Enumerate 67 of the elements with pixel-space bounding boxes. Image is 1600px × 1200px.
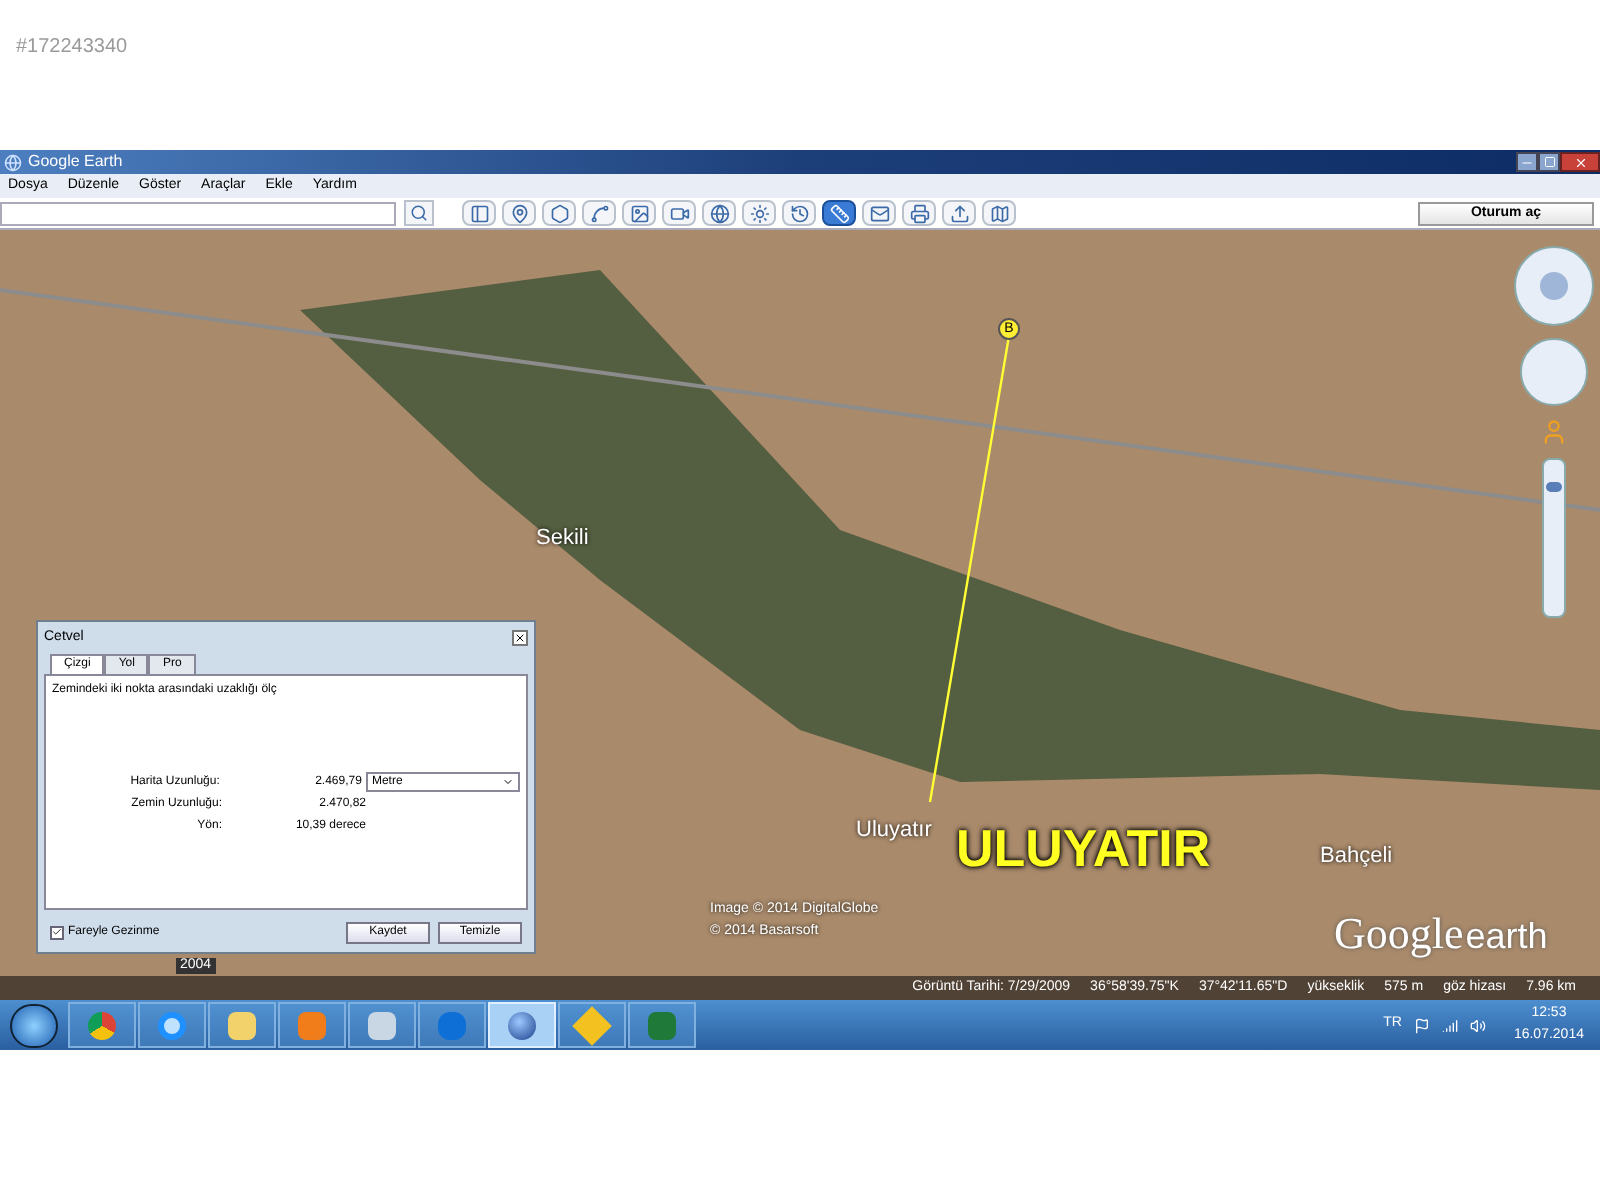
toolbar-button[interactable] (622, 200, 656, 226)
check-icon (52, 926, 62, 938)
toolbar-button[interactable] (542, 200, 576, 226)
taskbar-app[interactable] (138, 1002, 206, 1048)
place-label: Bahçeli (1320, 842, 1393, 872)
network-icon[interactable] (1441, 1017, 1458, 1033)
pin-icon (509, 203, 529, 223)
start-button[interactable] (10, 1003, 58, 1047)
toolbar-button[interactable] (862, 200, 896, 226)
e-icon (158, 1011, 186, 1039)
taskbar-app[interactable] (68, 1002, 136, 1048)
close-button[interactable] (512, 630, 528, 646)
toolbar-button[interactable] (582, 200, 616, 226)
mouse-nav-checkbox[interactable] (50, 925, 64, 939)
taskbar-app[interactable] (558, 1002, 626, 1048)
toolbar-button[interactable] (822, 200, 856, 226)
place-label: Sekili (536, 524, 589, 554)
chrome-icon (88, 1011, 116, 1039)
folder-icon (228, 1011, 256, 1039)
close-icon (514, 632, 526, 644)
flag-icon[interactable] (1413, 1017, 1430, 1033)
place-label: ULUYATIR (956, 816, 1211, 882)
calculator-icon (368, 1011, 396, 1039)
logo-word: earth (1465, 914, 1548, 960)
toolbar-button[interactable] (982, 200, 1016, 226)
ruler-icon (829, 203, 849, 223)
window-title: Google Earth (28, 150, 123, 174)
search-button[interactable] (404, 200, 434, 226)
toolbar-button[interactable] (662, 200, 696, 226)
teamviewer-icon (438, 1011, 466, 1039)
speaker-icon[interactable] (1469, 1017, 1486, 1033)
play-icon (298, 1011, 326, 1039)
listing-id: #172243340 (16, 36, 128, 58)
globe-icon (508, 1011, 536, 1039)
map-icon (989, 203, 1009, 223)
clock-icon (789, 203, 809, 223)
toolbar-button[interactable] (902, 200, 936, 226)
printer-icon (909, 203, 929, 223)
toolbar-button[interactable] (942, 200, 976, 226)
maximize-button[interactable] (1538, 152, 1560, 172)
toolbar-button[interactable] (502, 200, 536, 226)
upload-icon (949, 203, 969, 223)
search-field[interactable] (0, 201, 396, 225)
toolbar-button[interactable] (782, 200, 816, 226)
search-icon (410, 204, 428, 222)
sidebar-icon (469, 203, 489, 223)
toolbar-button[interactable] (742, 200, 776, 226)
mail-icon (869, 203, 889, 223)
zoom-slider-thumb[interactable] (1546, 481, 1562, 492)
toolbar-button[interactable] (462, 200, 496, 226)
sun-icon (749, 203, 769, 223)
caret-icon (502, 776, 515, 788)
polygon-icon (549, 203, 569, 223)
toolbar-button[interactable] (702, 200, 736, 226)
logo-word: Google (1334, 906, 1464, 962)
path-icon (589, 203, 609, 223)
image-icon (629, 203, 649, 223)
taskbar-app[interactable] (348, 1002, 416, 1048)
close-icon (1573, 155, 1587, 169)
minimize-button[interactable] (1516, 152, 1538, 172)
excel-icon (648, 1011, 676, 1039)
maximize-icon (1543, 156, 1555, 168)
globe-icon (709, 203, 729, 223)
app-icon (4, 153, 22, 171)
video-icon (669, 203, 689, 223)
taskbar-app[interactable] (208, 1002, 276, 1048)
place-label: Uluyatır (856, 816, 932, 846)
